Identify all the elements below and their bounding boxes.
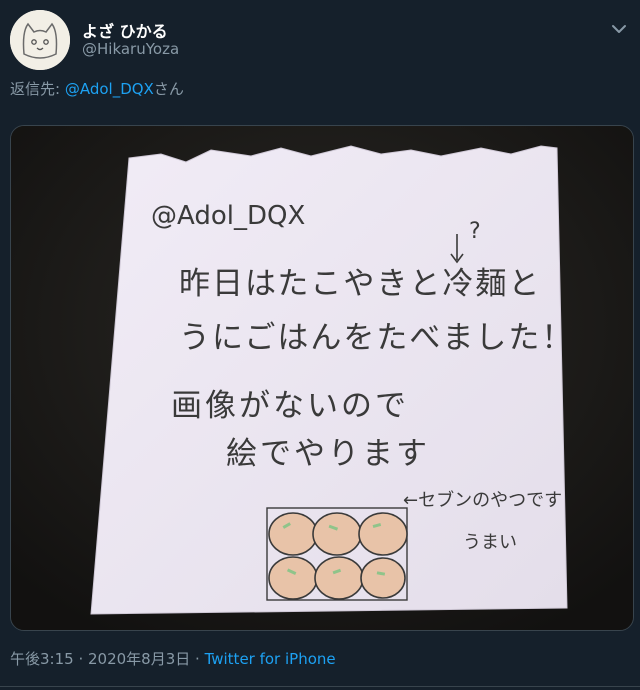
memo-line-4: 画像がないので (171, 388, 409, 424)
memo-side-note-1: ←セブンのやつです (403, 489, 562, 511)
memo-line-mention: @Adol_DQX (151, 201, 305, 231)
tweet-header: よざ ひかる @HikaruYoza (10, 10, 630, 70)
memo-question-mark: ? (469, 219, 481, 244)
divider (0, 686, 640, 687)
memo-side-note-2: うまい (463, 532, 517, 553)
display-name[interactable]: よざ ひかる (82, 18, 168, 42)
reply-mention-link[interactable]: @Adol_DQX (65, 80, 154, 98)
tweet-meta: 午後3:15 · 2020年8月3日 · Twitter for iPhone (10, 648, 336, 669)
takoyaki-drawing (266, 507, 408, 601)
more-options-icon[interactable] (608, 18, 630, 40)
reply-suffix: さん (153, 80, 184, 98)
reply-to-line: 返信先: @Adol_DQXさん (10, 78, 184, 99)
cat-avatar-icon (10, 10, 70, 70)
avatar[interactable] (10, 10, 70, 70)
tweet-photo[interactable]: @Adol_DQX ? 昨日はたこやきと冷麺と うにごはんをたべました！ 画像が… (10, 125, 634, 631)
reply-prefix: 返信先: (10, 80, 65, 98)
user-handle[interactable]: @HikaruYoza (82, 40, 179, 58)
memo-line-2: 昨日はたこやきと冷麺と (179, 266, 541, 302)
memo-line-3: うにごはんをたべました！ (179, 320, 574, 356)
memo-line-5: 絵でやります (226, 436, 430, 472)
tweet-source-link[interactable]: Twitter for iPhone (205, 650, 336, 668)
tweet-timestamp[interactable]: 午後3:15 · 2020年8月3日 · (10, 650, 205, 668)
